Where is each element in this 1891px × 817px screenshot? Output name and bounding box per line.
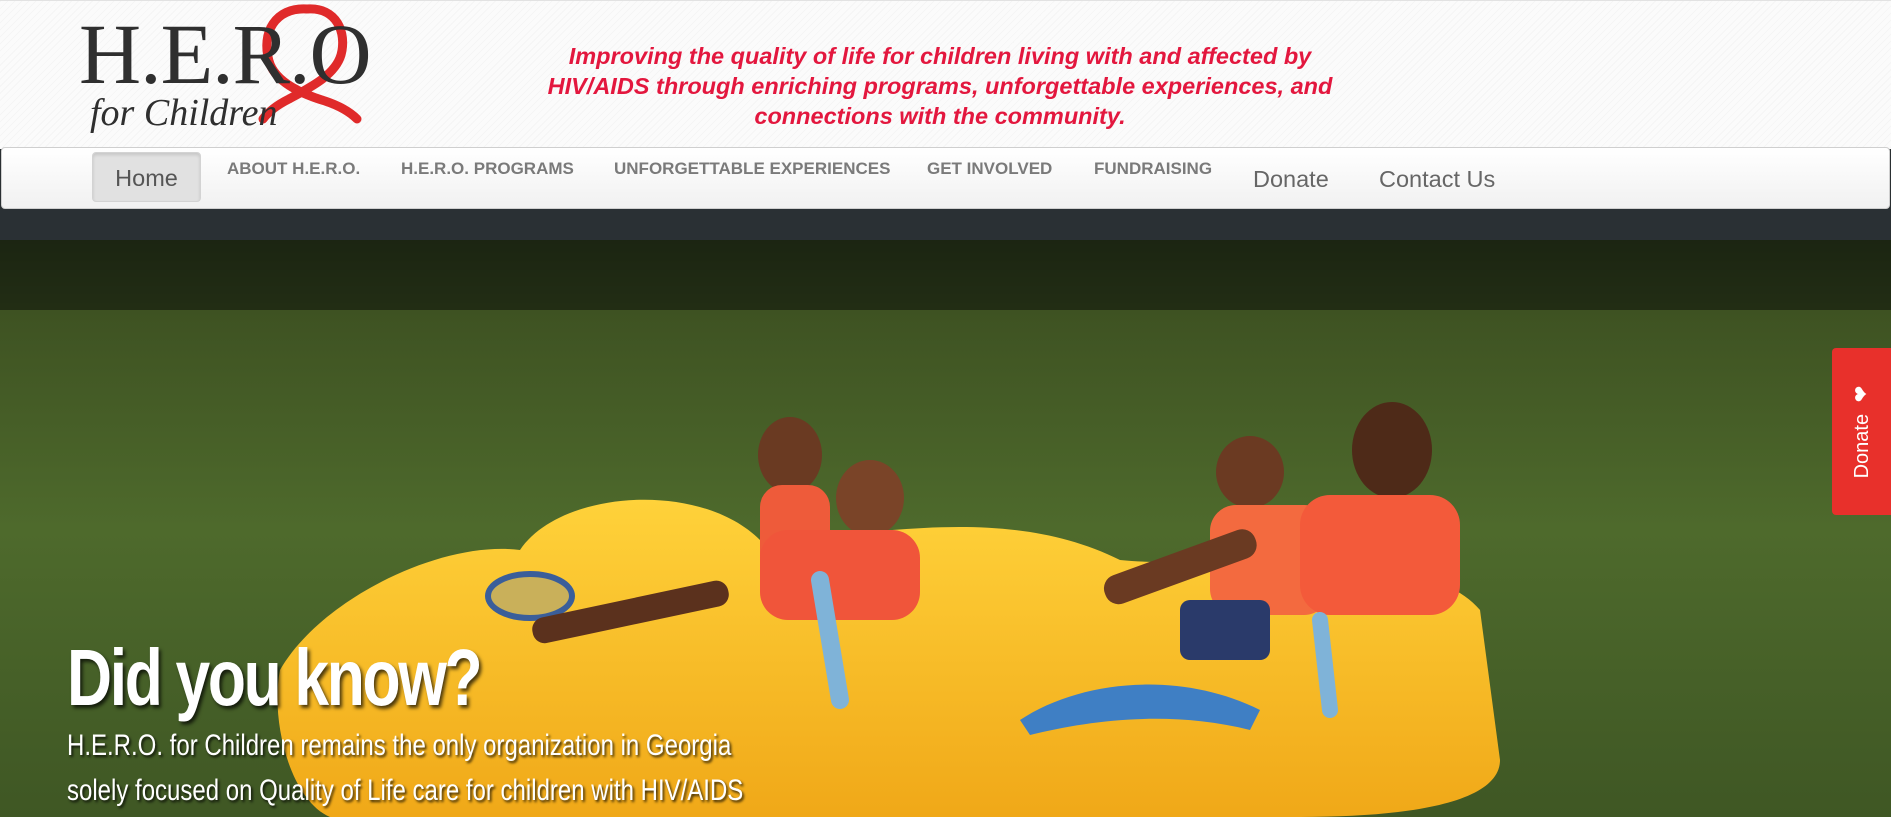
tagline-line-3: connections with the community. [754, 103, 1126, 129]
hero-banner: Did you know? H.E.R.O. for Children rema… [0, 240, 1891, 817]
nav-donate[interactable]: Donate [1253, 148, 1329, 208]
nav-home[interactable]: Home [92, 152, 201, 202]
hero-title: Did you know? [67, 633, 483, 722]
logo-subtitle: for Children [90, 92, 278, 134]
main-nav: Home ABOUT H.E.R.O. H.E.R.O. PROGRAMS UN… [1, 147, 1890, 209]
tagline-line-1: Improving the quality of life for childr… [568, 43, 1312, 69]
nav-contact-us[interactable]: Contact Us [1379, 148, 1495, 208]
nav-shadow-band [0, 209, 1891, 240]
hero-text: H.E.R.O. for Children remains the only o… [67, 723, 743, 813]
hero-text-line-1: H.E.R.O. for Children remains the only o… [67, 729, 732, 762]
tagline: Improving the quality of life for childr… [540, 41, 1340, 131]
nav-programs[interactable]: H.E.R.O. PROGRAMS [401, 148, 574, 208]
site-header: H.E.R.O for Children Improving the quali… [0, 0, 1891, 149]
logo-text: H.E.R.O [79, 6, 372, 102]
nav-experiences[interactable]: UNFORGETTABLE EXPERIENCES [614, 148, 890, 208]
heart-icon: ❤ [1850, 385, 1873, 402]
hero-for-children-logo[interactable]: H.E.R.O for Children [75, 3, 372, 141]
nav-about[interactable]: ABOUT H.E.R.O. [227, 148, 360, 208]
floating-donate-button[interactable]: Donate ❤ [1832, 348, 1891, 515]
nav-fundraising[interactable]: FUNDRAISING [1094, 148, 1212, 208]
donate-tab-content: Donate ❤ [1850, 385, 1874, 478]
tagline-line-2: HIV/AIDS through enriching programs, unf… [547, 73, 1333, 99]
hero-text-line-2: solely focused on Quality of Life care f… [67, 774, 744, 807]
nav-get-involved[interactable]: GET INVOLVED [927, 148, 1052, 208]
donate-tab-label: Donate [1850, 413, 1873, 478]
